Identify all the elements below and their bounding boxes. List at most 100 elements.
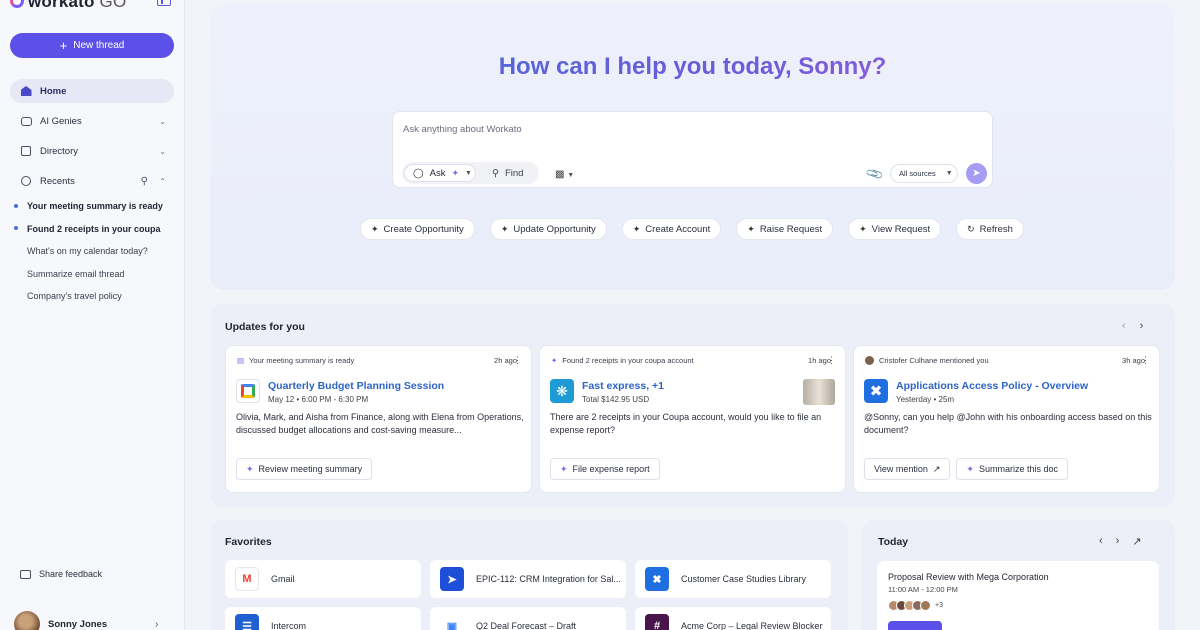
sidebar-item-recents[interactable]: Recents ⚲ ⌃ [10, 169, 174, 193]
tools-dropdown-icon[interactable]: ▩ ▼ [555, 169, 574, 180]
updates-pager: ‹ › [1122, 320, 1143, 332]
recent-item[interactable]: Found 2 receipts in your coupa [27, 224, 161, 234]
plus-icon: + [59, 38, 68, 53]
card-body: Olivia, Mark, and Aisha from Finance, al… [236, 412, 524, 435]
sparkle-icon: ✦ [500, 223, 509, 234]
intercom-icon: ☰ [235, 614, 259, 630]
favorite-label: Customer Case Studies Library [681, 574, 807, 584]
quick-action-raise-request[interactable]: ✦ Raise Request [736, 218, 834, 240]
sources-select[interactable]: All sources ▼ [890, 164, 958, 183]
new-thread-button[interactable]: + New thread [10, 33, 174, 58]
gmail-icon: M [235, 567, 259, 591]
chevron-up-icon[interactable]: ⌃ [159, 177, 166, 186]
chevron-down-icon: ▼ [465, 169, 472, 177]
greeting-title: How can I help you today, Sonny? [210, 53, 1175, 81]
chip-label: View Request [871, 223, 931, 235]
favorite-item[interactable]: ✖ Customer Case Studies Library [635, 560, 831, 598]
search-icon[interactable]: ⚲ [141, 176, 148, 187]
recent-item[interactable]: Summarize email thread [27, 269, 125, 279]
favorite-item[interactable]: M Gmail [225, 560, 421, 598]
event-title: Proposal Review with Mega Corporation [888, 572, 1049, 582]
favorite-label: Intercom [271, 621, 307, 630]
brand-logo[interactable]: workato GO [10, 0, 126, 12]
mode-ask-label: Ask [429, 167, 446, 179]
update-card-meeting[interactable]: ▤ Your meeting summary is ready 2h ago ⋮… [225, 345, 532, 493]
chevron-down-icon[interactable]: ⌄ [159, 147, 166, 156]
update-card-mention[interactable]: Cristofer Culhane mentioned you 3h ago ⋮… [853, 345, 1160, 493]
more-icon[interactable]: ⋮ [827, 355, 836, 366]
card-body: @Sonny, can you help @John with his onbo… [864, 412, 1152, 435]
chevron-right-icon[interactable]: › [1140, 320, 1144, 332]
join-meeting-button[interactable] [888, 621, 942, 630]
event-time: 11:00 AM - 12:00 PM [888, 585, 958, 594]
favorite-label: EPIC-112: CRM Integration for Sal... [476, 574, 621, 584]
external-link-icon[interactable]: ↗ [1132, 535, 1141, 548]
sources-label: All sources [899, 169, 936, 178]
favorite-item[interactable]: ▣ Q2 Deal Forecast – Draft [430, 607, 626, 630]
summarize-doc-button[interactable]: ✦ Summarize this doc [956, 458, 1068, 480]
favorite-item[interactable]: # Acme Corp – Legal Review Blocker [635, 607, 831, 630]
chevron-down-icon[interactable]: ⌄ [159, 117, 166, 126]
card-title[interactable]: Applications Access Policy - Overview [896, 380, 1088, 392]
send-button[interactable]: ➤ [966, 163, 987, 184]
calendar-event[interactable]: Proposal Review with Mega Corporation 11… [877, 561, 1159, 630]
mode-find-label: Find [504, 167, 524, 179]
card-title[interactable]: Fast express, +1 [582, 380, 664, 392]
mode-ask-button[interactable]: ◯ Ask ✦ ▼ [404, 164, 476, 182]
quick-action-view-request[interactable]: ✦ View Request [848, 218, 942, 240]
chevron-right-icon[interactable]: › [1116, 535, 1120, 548]
view-mention-button[interactable]: View mention ↗ [864, 458, 951, 480]
share-feedback-label: Share feedback [39, 569, 103, 579]
card-source-label: Your meeting summary is ready [249, 356, 355, 365]
card-title[interactable]: Quarterly Budget Planning Session [268, 380, 444, 392]
jira-icon: ➤ [440, 567, 464, 591]
document-icon: ▤ [237, 356, 245, 365]
recent-item[interactable]: What's on my calendar today? [27, 246, 148, 256]
more-icon[interactable]: ⋮ [1141, 355, 1150, 366]
quick-action-create-account[interactable]: ✦ Create Account [621, 218, 722, 240]
confluence-icon: ✖ [864, 379, 888, 403]
user-name: Sonny Jones [48, 618, 108, 630]
today-section: Today ‹ › ↗ Proposal Review with Mega Co… [862, 520, 1175, 630]
chevron-right-icon[interactable]: › [155, 619, 158, 630]
quick-action-refresh[interactable]: ↻ Refresh [956, 218, 1024, 240]
card-body: There are 2 receipts in your Coupa accou… [550, 412, 822, 435]
ask-input[interactable] [403, 120, 963, 138]
chevron-left-icon[interactable]: ‹ [1099, 535, 1103, 548]
share-feedback-link[interactable]: Share feedback [20, 569, 102, 579]
sidebar-item-ai-genies[interactable]: AI Genies ⌄ [10, 109, 174, 133]
ask-box: ◯ Ask ✦ ▼ ⚲ Find ▩ ▼ 📎 All sources ▼ ➤ [392, 111, 993, 188]
card-meta: Total $142.95 USD [582, 395, 650, 404]
sidebar-item-label: Recents [40, 175, 75, 187]
quick-action-update-opportunity[interactable]: ✦ Update Opportunity [489, 218, 607, 240]
button-label: Review meeting summary [258, 464, 363, 474]
user-menu[interactable]: Sonny Jones [14, 611, 107, 630]
favorite-item[interactable]: ➤ EPIC-112: CRM Integration for Sal... [430, 560, 626, 598]
paperclip-icon[interactable]: 📎 [865, 164, 885, 184]
external-link-icon: ↗ [932, 463, 941, 474]
mode-find-button[interactable]: ⚲ Find [476, 168, 523, 179]
recent-item[interactable]: Your meeting summary is ready [27, 201, 163, 211]
confluence-icon: ✖ [645, 567, 669, 591]
sidebar-item-directory[interactable]: Directory ⌄ [10, 139, 174, 163]
file-expense-report-button[interactable]: ✦ File expense report [550, 458, 660, 480]
button-label: File expense report [572, 464, 650, 474]
update-card-receipts[interactable]: ✦ Found 2 receipts in your coupa account… [539, 345, 846, 493]
today-title: Today [878, 536, 909, 548]
quick-action-create-opportunity[interactable]: ✦ Create Opportunity [360, 218, 475, 240]
favorite-item[interactable]: ☰ Intercom [225, 607, 421, 630]
sidebar-item-home[interactable]: Home [10, 79, 174, 103]
chip-label: Raise Request [759, 223, 823, 235]
new-thread-label: New thread [73, 40, 125, 51]
recent-item[interactable]: Company's travel policy [27, 291, 122, 301]
receipt-thumbnail[interactable] [803, 379, 835, 405]
card-source: ✦ Found 2 receipts in your coupa account [551, 356, 694, 365]
sidebar-item-label: Home [40, 85, 67, 97]
more-icon[interactable]: ⋮ [513, 355, 522, 366]
review-meeting-summary-button[interactable]: ✦ Review meeting summary [236, 458, 373, 480]
home-icon [20, 85, 32, 97]
hero-panel: How can I help you today, Sonny? ◯ Ask ✦… [210, 4, 1175, 290]
chevron-left-icon[interactable]: ‹ [1122, 320, 1126, 332]
directory-icon [20, 145, 32, 157]
toggle-sidebar-icon[interactable] [157, 0, 171, 6]
